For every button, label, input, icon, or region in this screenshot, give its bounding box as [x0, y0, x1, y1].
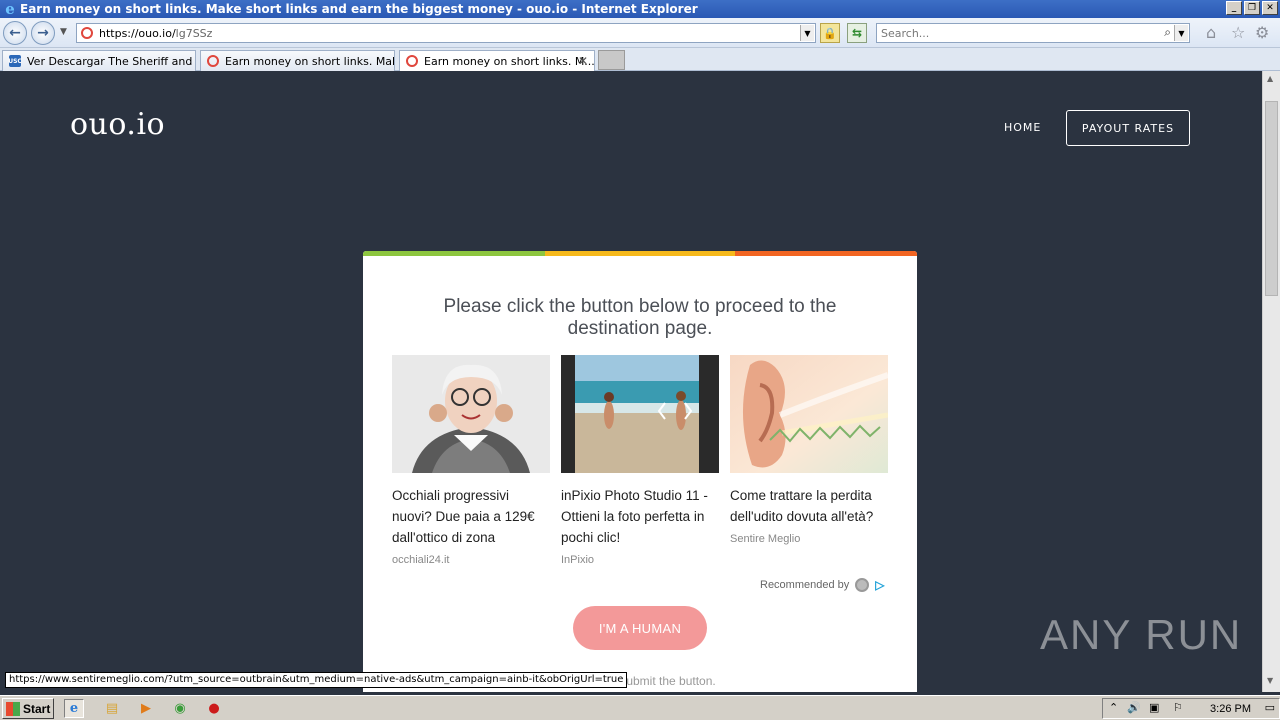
site-logo[interactable]: ouo.io [70, 107, 165, 142]
taskbar-opera-icon[interactable]: ● [204, 699, 224, 718]
proceed-heading: Please click the button below to proceed… [443, 296, 837, 339]
tab-label: Ver Descargar The Sheriff and t... [27, 54, 196, 68]
ouo-favicon-icon [406, 55, 418, 67]
settings-gear-icon[interactable]: ⚙ [1255, 25, 1269, 41]
ad-headline[interactable]: Occhiali progressivi nuovi? Due paia a 1… [392, 485, 550, 548]
address-dropdown-icon[interactable]: ▼ [800, 25, 814, 41]
history-dropdown-icon[interactable]: ▼ [60, 27, 67, 37]
ad-source: occhiali24.it [392, 554, 450, 566]
browser-toolbar: ← → ▼ https://ouo.io/lg7SSz ▼ 🔒 ⇆ Search… [0, 18, 1280, 48]
adchoices-icon[interactable]: ▷ [875, 578, 884, 592]
ad-item[interactable]: Occhiali progressivi nuovi? Due paia a 1… [392, 355, 550, 566]
back-button[interactable]: ← [3, 21, 27, 45]
tab-close-icon[interactable]: ✕ [578, 54, 588, 68]
watermark-text: ANY RUN [1040, 611, 1243, 658]
im-a-human-button[interactable]: I'M A HUMAN [573, 606, 707, 650]
ad-source: Sentire Meglio [730, 533, 801, 545]
address-url[interactable]: https://ouo.io/lg7SSz [99, 27, 212, 40]
taskbar-media-player-icon[interactable]: ▶ [136, 699, 156, 718]
status-bar-url: https://www.sentiremeglio.com/?utm_sourc… [5, 672, 628, 688]
show-desktop-icon[interactable]: ▭ [1265, 701, 1275, 714]
window-title-bar: e Earn money on short links. Make short … [0, 0, 1280, 18]
url-path: lg7SSz [175, 26, 213, 40]
accent-orange [735, 251, 917, 256]
taskbar-explorer-icon[interactable]: ▤ [102, 699, 122, 718]
window-controls: _ ❐ ✕ [1226, 1, 1278, 15]
refresh-icon[interactable]: ⇆ [847, 23, 867, 43]
taskbar: Start e ▤ ▶ ◉ ● ⌃ 🔊 ▣ ⚐ 3:26 PM ▭ [0, 695, 1280, 720]
tab-bar: USC Ver Descargar The Sheriff and t... E… [0, 48, 1280, 71]
outbrain-logo-icon [855, 578, 870, 592]
tab-ouo-active[interactable]: Earn money on short links. M... ✕ [399, 50, 595, 71]
scrollbar-thumb[interactable] [1265, 101, 1278, 296]
forward-button[interactable]: → [31, 21, 55, 45]
ad-item[interactable]: Come trattare la perdita dell'udito dovu… [730, 355, 888, 545]
ouo-favicon-icon [207, 55, 219, 67]
url-host: https://ouo.io/ [99, 26, 176, 40]
nav-payout-rates-button[interactable]: PAYOUT RATES [1066, 110, 1190, 146]
accent-green [363, 251, 545, 256]
tab-label: Earn money on short links. M... [424, 54, 595, 68]
restore-button[interactable]: ❐ [1244, 1, 1260, 15]
start-label: Start [23, 701, 51, 716]
windows-logo-icon [6, 701, 20, 716]
card-accent-bar [363, 251, 917, 256]
security-lock-icon[interactable]: 🔒 [820, 23, 840, 43]
recommended-by[interactable]: Recommended by ▷ [760, 578, 885, 592]
ad-headline[interactable]: inPixio Photo Studio 11 - Ottieni la fot… [561, 485, 719, 548]
ad-image-beach[interactable] [561, 355, 719, 473]
favorites-star-icon[interactable]: ☆ [1231, 25, 1245, 41]
scroll-up-arrow-icon[interactable]: ▲ [1267, 74, 1273, 83]
ad-source: InPixio [561, 554, 595, 566]
scroll-down-arrow-icon[interactable]: ▼ [1267, 676, 1273, 685]
tab-ver-descargar[interactable]: USC Ver Descargar The Sheriff and t... [2, 50, 196, 71]
recommended-label: Recommended by [760, 579, 850, 591]
tab-label: Earn money on short links. Mak... [225, 54, 395, 68]
address-bar[interactable]: https://ouo.io/lg7SSz ▼ [76, 23, 816, 43]
anyrun-watermark: ANY RUN [1040, 611, 1242, 659]
taskbar-chrome-icon[interactable]: ◉ [170, 699, 190, 718]
close-button[interactable]: ✕ [1262, 1, 1278, 15]
nav-home-link[interactable]: HOME [1004, 121, 1041, 134]
volume-icon[interactable]: 🔊 [1127, 701, 1141, 714]
tab-ouo-1[interactable]: Earn money on short links. Mak... [200, 50, 395, 71]
ad-image-glasses[interactable] [392, 355, 550, 473]
ad-item[interactable]: inPixio Photo Studio 11 - Ottieni la fot… [561, 355, 719, 566]
page-content: ouo.io HOME PAYOUT RATES Please click th… [0, 71, 1262, 692]
search-box[interactable]: Search... ⌕ ▼ [876, 23, 1190, 43]
window-title: Earn money on short links. Make short li… [20, 2, 698, 16]
page-scrollbar[interactable]: ▲ ▼ [1262, 71, 1280, 692]
new-tab-button[interactable] [598, 50, 625, 70]
start-button[interactable]: Start [2, 698, 54, 719]
accent-yellow [545, 251, 735, 256]
back-arrow-icon: ← [9, 25, 21, 41]
system-tray: ⌃ 🔊 ▣ ⚐ 3:26 PM ▭ [1102, 698, 1280, 719]
internet-explorer-icon: e [5, 0, 15, 18]
network-icon[interactable]: ▣ [1149, 701, 1159, 714]
search-placeholder: Search... [881, 26, 930, 40]
ad-image-ear[interactable] [730, 355, 888, 473]
home-icon[interactable]: ⌂ [1206, 25, 1216, 41]
minimize-button[interactable]: _ [1226, 1, 1242, 15]
usc-favicon-icon: USC [8, 55, 22, 67]
tray-expand-icon[interactable]: ⌃ [1109, 701, 1118, 714]
ad-headline[interactable]: Come trattare la perdita dell'udito dovu… [730, 485, 888, 527]
search-icon[interactable]: ⌕ [1164, 25, 1171, 40]
forward-arrow-icon: → [37, 25, 49, 41]
taskbar-clock[interactable]: 3:26 PM [1210, 703, 1251, 715]
proceed-card: Please click the button below to proceed… [363, 251, 917, 692]
taskbar-ie-icon[interactable]: e [64, 699, 84, 718]
action-center-flag-icon[interactable]: ⚐ [1173, 701, 1183, 714]
site-favicon-icon [81, 27, 93, 39]
search-dropdown-icon[interactable]: ▼ [1174, 25, 1188, 41]
